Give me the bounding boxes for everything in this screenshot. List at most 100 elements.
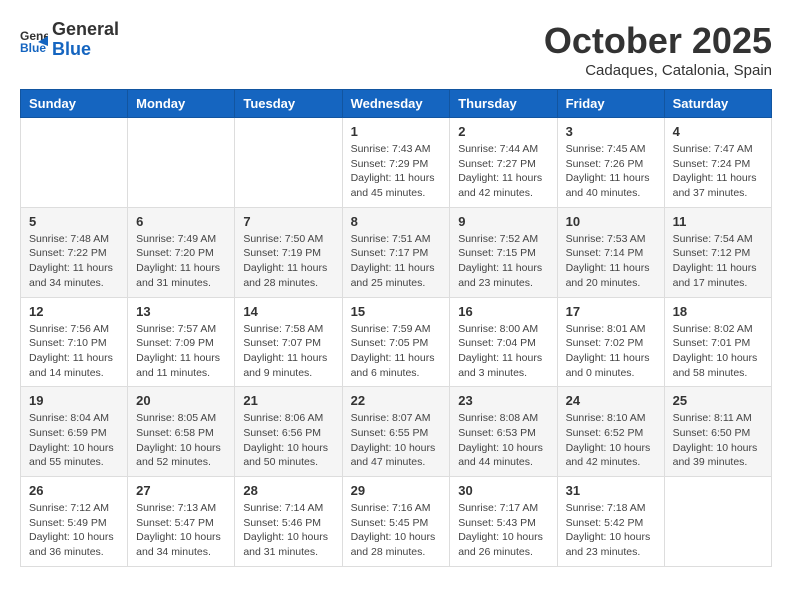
day-info-7: Sunrise: 7:50 AMSunset: 7:19 PMDaylight:… bbox=[243, 232, 333, 291]
day-info-31: Sunrise: 7:18 AMSunset: 5:42 PMDaylight:… bbox=[566, 501, 656, 560]
location: Cadaques, Catalonia, Spain bbox=[544, 62, 772, 79]
day-info-20: Sunrise: 8:05 AMSunset: 6:58 PMDaylight:… bbox=[136, 411, 226, 470]
weekday-header-friday: Friday bbox=[557, 90, 664, 118]
day-number-8: 8 bbox=[351, 214, 442, 229]
day-number-31: 31 bbox=[566, 483, 656, 498]
day-cell-31: 31 Sunrise: 7:18 AMSunset: 5:42 PMDayligh… bbox=[557, 477, 664, 567]
day-cell-17: 17Sunrise: 8:01 AMSunset: 7:02 PMDayligh… bbox=[557, 297, 664, 387]
day-number-4: 4 bbox=[673, 124, 763, 139]
week-row-5: 26 Sunrise: 7:12 AMSunset: 5:49 PMDayligh… bbox=[21, 477, 772, 567]
day-number-5: 5 bbox=[29, 214, 119, 229]
day-number-24: 24 bbox=[566, 393, 656, 408]
day-info-30: Sunrise: 7:17 AMSunset: 5:43 PMDaylight:… bbox=[458, 501, 548, 560]
day-cell-26: 26 Sunrise: 7:12 AMSunset: 5:49 PMDayligh… bbox=[21, 477, 128, 567]
day-cell-6: 6Sunrise: 7:49 AMSunset: 7:20 PMDaylight… bbox=[128, 207, 235, 297]
weekday-header-wednesday: Wednesday bbox=[342, 90, 450, 118]
svg-text:Blue: Blue bbox=[20, 41, 46, 54]
day-info-24: Sunrise: 8:10 AMSunset: 6:52 PMDaylight:… bbox=[566, 411, 656, 470]
day-cell-22: 22Sunrise: 8:07 AMSunset: 6:55 PMDayligh… bbox=[342, 387, 450, 477]
day-number-2: 2 bbox=[458, 124, 548, 139]
day-cell-27: 27Sunrise: 7:13 AMSunset: 5:47 PMDayligh… bbox=[128, 477, 235, 567]
day-number-9: 9 bbox=[458, 214, 548, 229]
weekday-header-monday: Monday bbox=[128, 90, 235, 118]
day-cell-1: 1Sunrise: 7:43 AMSunset: 7:29 PMDaylight… bbox=[342, 118, 450, 208]
day-number-6: 6 bbox=[136, 214, 226, 229]
page-header: General Blue General Blue October 2025 C… bbox=[20, 20, 772, 79]
weekday-header-sunday: Sunday bbox=[21, 90, 128, 118]
day-cell-8: 8 Sunrise: 7:51 AMSunset: 7:17 PMDaylight… bbox=[342, 207, 450, 297]
day-number-27: 27 bbox=[136, 483, 226, 498]
day-info-12: Sunrise: 7:56 AMSunset: 7:10 PMDaylight:… bbox=[29, 322, 119, 381]
day-number-3: 3 bbox=[566, 124, 656, 139]
day-info-3: Sunrise: 7:45 AMSunset: 7:26 PMDaylight:… bbox=[566, 142, 656, 201]
day-number-25: 25 bbox=[673, 393, 763, 408]
day-cell-15: 15 Sunrise: 7:59 AMSunset: 7:05 PMDayligh… bbox=[342, 297, 450, 387]
day-cell-4: 4 Sunrise: 7:47 AMSunset: 7:24 PMDaylight… bbox=[664, 118, 771, 208]
day-number-14: 14 bbox=[243, 304, 333, 319]
logo-line2: Blue bbox=[52, 40, 119, 60]
day-number-23: 23 bbox=[458, 393, 548, 408]
day-cell-30: 30 Sunrise: 7:17 AMSunset: 5:43 PMDayligh… bbox=[450, 477, 557, 567]
day-info-2: Sunrise: 7:44 AMSunset: 7:27 PMDaylight:… bbox=[458, 142, 548, 201]
logo-line1: General bbox=[52, 20, 119, 40]
day-number-26: 26 bbox=[29, 483, 119, 498]
day-info-4: Sunrise: 7:47 AMSunset: 7:24 PMDaylight:… bbox=[673, 142, 763, 201]
day-info-11: Sunrise: 7:54 AMSunset: 7:12 PMDaylight:… bbox=[673, 232, 763, 291]
day-number-7: 7 bbox=[243, 214, 333, 229]
day-cell-13: 13 Sunrise: 7:57 AMSunset: 7:09 PMDayligh… bbox=[128, 297, 235, 387]
day-info-26: Sunrise: 7:12 AMSunset: 5:49 PMDaylight:… bbox=[29, 501, 119, 560]
day-info-18: Sunrise: 8:02 AMSunset: 7:01 PMDaylight:… bbox=[673, 322, 763, 381]
day-info-9: Sunrise: 7:52 AMSunset: 7:15 PMDaylight:… bbox=[458, 232, 548, 291]
day-cell-23: 23 Sunrise: 8:08 AMSunset: 6:53 PMDayligh… bbox=[450, 387, 557, 477]
day-info-29: Sunrise: 7:16 AMSunset: 5:45 PMDaylight:… bbox=[351, 501, 442, 560]
day-cell-20: 20 Sunrise: 8:05 AMSunset: 6:58 PMDayligh… bbox=[128, 387, 235, 477]
title-section: October 2025 Cadaques, Catalonia, Spain bbox=[544, 20, 772, 79]
week-row-1: 1Sunrise: 7:43 AMSunset: 7:29 PMDaylight… bbox=[21, 118, 772, 208]
weekday-header-row: SundayMondayTuesdayWednesdayThursdayFrid… bbox=[21, 90, 772, 118]
day-number-13: 13 bbox=[136, 304, 226, 319]
day-cell-5: 5Sunrise: 7:48 AMSunset: 7:22 PMDaylight… bbox=[21, 207, 128, 297]
day-cell-11: 11 Sunrise: 7:54 AMSunset: 7:12 PMDayligh… bbox=[664, 207, 771, 297]
day-info-14: Sunrise: 7:58 AMSunset: 7:07 PMDaylight:… bbox=[243, 322, 333, 381]
day-info-1: Sunrise: 7:43 AMSunset: 7:29 PMDaylight:… bbox=[351, 142, 442, 201]
weekday-header-tuesday: Tuesday bbox=[235, 90, 342, 118]
logo-icon: General Blue bbox=[20, 26, 48, 54]
day-info-25: Sunrise: 8:11 AMSunset: 6:50 PMDaylight:… bbox=[673, 411, 763, 470]
day-number-11: 11 bbox=[673, 214, 763, 229]
day-cell-12: 12Sunrise: 7:56 AMSunset: 7:10 PMDayligh… bbox=[21, 297, 128, 387]
week-row-4: 19Sunrise: 8:04 AMSunset: 6:59 PMDayligh… bbox=[21, 387, 772, 477]
day-cell-29: 29 Sunrise: 7:16 AMSunset: 5:45 PMDayligh… bbox=[342, 477, 450, 567]
day-info-23: Sunrise: 8:08 AMSunset: 6:53 PMDaylight:… bbox=[458, 411, 548, 470]
day-info-15: Sunrise: 7:59 AMSunset: 7:05 PMDaylight:… bbox=[351, 322, 442, 381]
day-cell-empty-0-2 bbox=[235, 118, 342, 208]
day-info-21: Sunrise: 8:06 AMSunset: 6:56 PMDaylight:… bbox=[243, 411, 333, 470]
day-cell-10: 10Sunrise: 7:53 AMSunset: 7:14 PMDayligh… bbox=[557, 207, 664, 297]
day-info-13: Sunrise: 7:57 AMSunset: 7:09 PMDaylight:… bbox=[136, 322, 226, 381]
day-cell-empty-4-6 bbox=[664, 477, 771, 567]
day-number-21: 21 bbox=[243, 393, 333, 408]
month-title: October 2025 bbox=[544, 20, 772, 62]
day-number-15: 15 bbox=[351, 304, 442, 319]
day-number-18: 18 bbox=[673, 304, 763, 319]
day-cell-empty-0-1 bbox=[128, 118, 235, 208]
day-cell-24: 24 Sunrise: 8:10 AMSunset: 6:52 PMDayligh… bbox=[557, 387, 664, 477]
day-number-10: 10 bbox=[566, 214, 656, 229]
day-info-28: Sunrise: 7:14 AMSunset: 5:46 PMDaylight:… bbox=[243, 501, 333, 560]
weekday-header-thursday: Thursday bbox=[450, 90, 557, 118]
logo-text: General Blue bbox=[52, 20, 119, 60]
day-cell-3: 3 Sunrise: 7:45 AMSunset: 7:26 PMDaylight… bbox=[557, 118, 664, 208]
day-number-29: 29 bbox=[351, 483, 442, 498]
day-cell-16: 16 Sunrise: 8:00 AMSunset: 7:04 PMDayligh… bbox=[450, 297, 557, 387]
logo: General Blue General Blue bbox=[20, 20, 119, 60]
day-info-16: Sunrise: 8:00 AMSunset: 7:04 PMDaylight:… bbox=[458, 322, 548, 381]
day-cell-7: 7 Sunrise: 7:50 AMSunset: 7:19 PMDaylight… bbox=[235, 207, 342, 297]
day-info-8: Sunrise: 7:51 AMSunset: 7:17 PMDaylight:… bbox=[351, 232, 442, 291]
day-number-17: 17 bbox=[566, 304, 656, 319]
day-number-30: 30 bbox=[458, 483, 548, 498]
day-cell-2: 2 Sunrise: 7:44 AMSunset: 7:27 PMDaylight… bbox=[450, 118, 557, 208]
day-number-20: 20 bbox=[136, 393, 226, 408]
day-info-22: Sunrise: 8:07 AMSunset: 6:55 PMDaylight:… bbox=[351, 411, 442, 470]
day-info-19: Sunrise: 8:04 AMSunset: 6:59 PMDaylight:… bbox=[29, 411, 119, 470]
day-number-16: 16 bbox=[458, 304, 548, 319]
day-cell-14: 14 Sunrise: 7:58 AMSunset: 7:07 PMDayligh… bbox=[235, 297, 342, 387]
